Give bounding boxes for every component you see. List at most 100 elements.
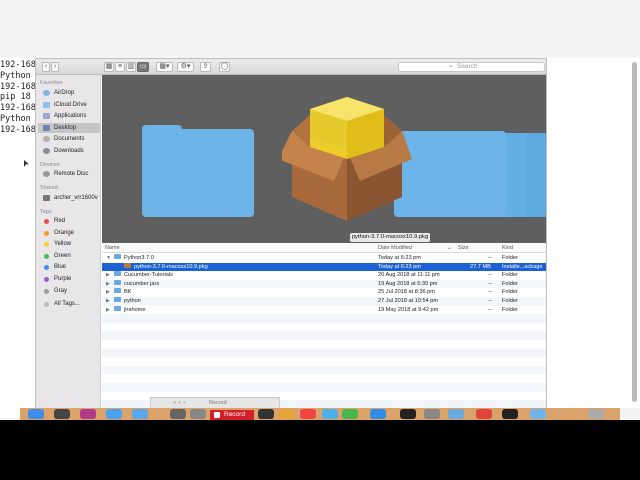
itunes-icon[interactable]: [80, 409, 96, 419]
sidebar-tag-green[interactable]: Green: [38, 251, 100, 261]
gallery-view-button[interactable]: ▭: [137, 62, 149, 72]
pause-icon[interactable]: [258, 409, 274, 419]
tag-color-icon: [44, 265, 49, 271]
files-icon[interactable]: [448, 409, 464, 419]
list-header: Name Date Modified ⌄ Size Kind: [102, 243, 546, 253]
row-name: cucumber jars: [124, 280, 160, 287]
folder-tab: [142, 125, 182, 135]
action-gear-button[interactable]: ⚙▾: [177, 62, 194, 72]
photos-icon[interactable]: [278, 409, 294, 419]
table-row[interactable]: ▶ cucumber jars 19 Aug 2018 at 6:30 pm -- Fo…: [102, 279, 546, 289]
sidebar-item-applications[interactable]: Applications: [38, 111, 100, 121]
sidebar-tag-purple[interactable]: Purple: [38, 274, 100, 284]
applications-icon: [43, 113, 50, 119]
group-by-button[interactable]: ▦▾: [156, 62, 173, 72]
row-kind: Folder: [502, 289, 518, 296]
github-icon[interactable]: [400, 409, 416, 419]
desktop-icon: [43, 124, 50, 131]
sidebar-item-downloads[interactable]: Downloads: [38, 146, 100, 156]
column-view-button[interactable]: ▥: [126, 62, 136, 72]
water-icon[interactable]: [322, 409, 338, 419]
column-size[interactable]: Size: [458, 245, 469, 251]
safari-icon[interactable]: [106, 409, 122, 419]
tag-color-icon: [44, 242, 49, 248]
row-name: python-3.7.0-macosx10.9.pkg: [134, 263, 208, 270]
table-row[interactable]: ▶ jirahome 19 May 2018 at 9:42 pm -- Folder: [102, 305, 546, 315]
gallery-preview: python-3.7.0-macosx10.9.pkg: [102, 75, 546, 256]
messages-icon[interactable]: [342, 409, 358, 419]
sidebar-tag-gray[interactable]: Gray: [38, 286, 100, 296]
column-name[interactable]: Name: [105, 245, 120, 251]
sidebar-item-airdrop[interactable]: AirDrop: [38, 88, 100, 98]
file-list: Name Date Modified ⌄ Size Kind ▼ Python3.…: [102, 243, 546, 409]
column-kind[interactable]: Kind: [502, 245, 513, 251]
preferences-icon[interactable]: [424, 409, 440, 419]
mail-icon[interactable]: [132, 409, 148, 419]
desktop-screen: 192-168 Python 192-168 pip 18 192-168 Python 1…: [0, 0, 640, 420]
tag-color-icon: [44, 219, 49, 224]
music-icon[interactable]: [476, 409, 492, 419]
sidebar-item-all-tags[interactable]: All Tags...: [38, 299, 100, 309]
documents-icon: [43, 136, 50, 142]
terminal-line: 192-168: [0, 124, 36, 135]
sidebar-tag-blue[interactable]: Blue: [38, 262, 100, 272]
sidebar-item-icloud-drive[interactable]: iCloud Drive: [38, 100, 100, 110]
back-button[interactable]: ‹: [42, 62, 50, 72]
sidebar-tag-yellow[interactable]: Yellow: [38, 239, 100, 249]
row-size: --: [488, 289, 492, 296]
sidebar-tag-orange[interactable]: Orange: [38, 228, 100, 238]
sidebar-item-label: Applications: [54, 113, 87, 119]
row-date: 20 Aug 2018 at 11:11 pm: [378, 272, 440, 279]
package-icon[interactable]: [282, 89, 412, 229]
disclosure-closed-icon[interactable]: ▶: [106, 280, 110, 289]
record-button[interactable]: Record: [210, 410, 254, 420]
sidebar-item-documents[interactable]: Documents: [38, 134, 100, 144]
dock: [20, 408, 620, 420]
table-row[interactable]: ▶ BK 25 Jul 2018 at 8:36 pm -- Folder: [102, 288, 546, 297]
screen-record-icon[interactable]: [170, 409, 186, 419]
table-row[interactable]: ▶ python 27 Jul 2018 at 10:54 pm -- Folder: [102, 297, 546, 306]
disclosure-open-icon[interactable]: ▼: [106, 254, 111, 263]
disclosure-closed-icon[interactable]: ▶: [106, 271, 110, 280]
background-scrollbar[interactable]: [632, 62, 637, 402]
search-input[interactable]: ⌕ Search: [398, 62, 545, 72]
table-row[interactable]: ▼ Python3.7.0 Today at 6:23 pm -- Folder: [102, 254, 546, 263]
devices-header: Devices: [40, 162, 60, 168]
icon-view-button[interactable]: ▦: [104, 62, 114, 72]
row-kind: Installe...ackage: [502, 263, 543, 270]
disclosure-closed-icon[interactable]: ▶: [106, 306, 110, 315]
capture-icon[interactable]: [190, 409, 206, 419]
folder-thumbnail[interactable]: [142, 129, 254, 217]
tag-button[interactable]: ◯: [219, 62, 230, 72]
icloud-icon: [43, 101, 50, 108]
sidebar-item-label: Purple: [54, 276, 72, 282]
column-date-modified[interactable]: Date Modified: [378, 245, 412, 251]
terminal-icon[interactable]: [502, 409, 518, 419]
app-store-icon[interactable]: [370, 409, 386, 419]
folder-dock-icon[interactable]: [530, 409, 546, 419]
launchpad-icon[interactable]: [54, 409, 70, 419]
share-button[interactable]: ⇪: [200, 62, 211, 72]
sidebar-tag-red[interactable]: Red: [38, 216, 100, 226]
finder-toolbar: ‹ › ▦ ≡ ▥ ▭ ▦▾ ⚙▾ ⇪ ◯ ⌕ Search: [36, 59, 546, 75]
terminal-line: Python: [0, 70, 31, 81]
disclosure-closed-icon[interactable]: ▶: [106, 297, 110, 306]
trash-icon[interactable]: [588, 409, 604, 419]
forward-button[interactable]: ›: [51, 62, 59, 72]
sidebar-item-label: iCloud Drive: [54, 101, 87, 108]
folder-icon: [114, 297, 121, 302]
sidebar-item-label: Green: [54, 252, 71, 259]
finder-icon[interactable]: [28, 409, 44, 419]
sidebar-item-remote-disc[interactable]: Remote Disc: [38, 169, 100, 179]
search-icon: ⌕: [449, 63, 453, 70]
row-date: 19 Aug 2018 at 6:30 pm: [378, 280, 438, 287]
table-row[interactable]: python-3.7.0-macosx10.9.pkg Today at 6:23…: [102, 262, 546, 272]
chrome-icon[interactable]: [300, 409, 316, 419]
sidebar-item-desktop[interactable]: Desktop: [38, 122, 100, 133]
disclosure-closed-icon[interactable]: ▶: [106, 288, 110, 297]
terminal-window[interactable]: 192-168 Python 192-168 pip 18 192-168 Python 1…: [0, 58, 40, 418]
table-row[interactable]: ▶ Cucumber-Tutorials 20 Aug 2018 at 11:11 …: [102, 271, 546, 280]
sidebar-item-shared-computer[interactable]: archer_vrr1600v: [38, 193, 100, 203]
list-view-button[interactable]: ≡: [115, 62, 125, 72]
screen-border: [0, 420, 640, 480]
